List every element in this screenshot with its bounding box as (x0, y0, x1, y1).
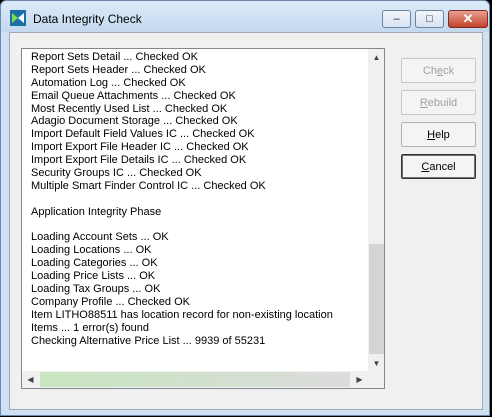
log-line: Checking Alternative Price List ... 9939… (31, 334, 266, 347)
horizontal-scrollbar[interactable]: ◀ ▶ (22, 371, 368, 388)
log-line: Import Export File Header IC ... Checked… (31, 141, 249, 154)
cancel-label-suffix: ancel (429, 160, 456, 173)
log-line: Items ... 1 error(s) found (31, 321, 149, 334)
vertical-scrollbar[interactable]: ▲ ▼ (368, 49, 384, 371)
rebuild-button[interactable]: Rebuild (401, 90, 476, 115)
maximize-icon: □ (426, 13, 433, 25)
close-button[interactable]: ✕ (448, 10, 488, 28)
maximize-button[interactable]: □ (415, 10, 444, 28)
log-line: Report Sets Header ... Checked OK (31, 63, 206, 76)
log-line: Import Default Field Values IC ... Check… (31, 128, 255, 141)
app-icon (10, 10, 26, 26)
log-line: Application Integrity Phase (31, 205, 162, 218)
scrollbar-corner (368, 371, 384, 388)
log-line: Security Groups IC ... Checked OK (31, 167, 202, 180)
log-line: Item LITHO88511 has location record for … (31, 308, 333, 321)
log-line: Loading Locations ... OK (31, 244, 152, 257)
window-title: Data Integrity Check (33, 12, 142, 26)
log-line: Most Recently Used List ... Checked OK (31, 102, 228, 115)
rebuild-label-mnemonic: R (419, 96, 428, 109)
log-line: Automation Log ... Checked OK (31, 76, 186, 89)
dialog-window: Data Integrity Check – □ ✕ Report Sets D… (0, 0, 490, 416)
log-line: Report Sets Detail ... Checked OK (31, 51, 198, 63)
log-line: Loading Account Sets ... OK (31, 231, 169, 244)
dialog-client-area: Report Sets Detail ... Checked OK Report … (9, 32, 483, 410)
log-line: Import Export File Details IC ... Checke… (31, 154, 247, 167)
horizontal-scroll-thumb[interactable] (40, 372, 350, 387)
help-label-suffix: elp (435, 128, 450, 141)
cancel-button[interactable]: Cancel (401, 154, 476, 179)
log-listbox[interactable]: Report Sets Detail ... Checked OK Report … (21, 48, 385, 389)
title-bar[interactable]: Data Integrity Check – □ ✕ (1, 1, 489, 32)
rebuild-label-suffix: ebuild (427, 96, 458, 109)
close-icon: ✕ (462, 11, 474, 26)
help-label-mnemonic: H (427, 128, 436, 141)
minimize-icon: – (393, 13, 400, 25)
scroll-right-icon[interactable]: ▶ (351, 371, 368, 387)
scroll-up-icon[interactable]: ▲ (368, 49, 384, 65)
log-line: Company Profile ... Checked OK (31, 295, 190, 308)
cancel-label-mnemonic: C (421, 160, 430, 173)
log-line: Multiple Smart Finder Control IC ... Che… (31, 179, 266, 192)
log-line: Loading Price Lists ... OK (31, 270, 156, 283)
log-line: Loading Tax Groups ... OK (31, 283, 161, 296)
check-label-suffix: ck (443, 64, 455, 77)
minimize-button[interactable]: – (382, 10, 411, 28)
check-button[interactable]: Ch e ck (401, 58, 476, 83)
log-line: Email Queue Attachments ... Checked OK (31, 89, 236, 102)
log-lines: Report Sets Detail ... Checked OK Report … (31, 51, 371, 347)
log-line: Loading Categories ... OK (31, 257, 158, 270)
help-button[interactable]: Help (401, 122, 476, 147)
check-label-prefix: Ch (422, 64, 437, 77)
scroll-left-icon[interactable]: ◀ (22, 371, 39, 387)
vertical-scroll-thumb[interactable] (369, 244, 384, 354)
scroll-down-icon[interactable]: ▼ (368, 355, 384, 371)
log-line: Adagio Document Storage ... Checked OK (31, 115, 238, 128)
